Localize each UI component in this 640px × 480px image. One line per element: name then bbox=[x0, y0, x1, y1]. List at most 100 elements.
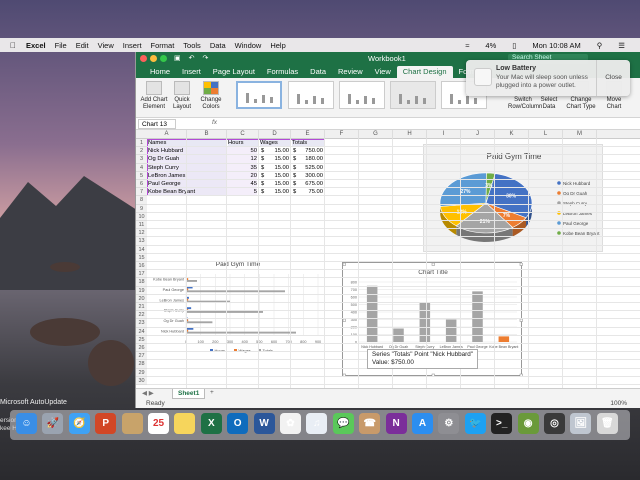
row-header-11[interactable]: 11 bbox=[136, 221, 147, 230]
column-header-h[interactable]: H bbox=[393, 130, 427, 139]
system-preferences-icon[interactable]: ⚙ bbox=[438, 413, 460, 434]
column-header-k[interactable]: K bbox=[495, 130, 529, 139]
column-header-e[interactable]: E bbox=[291, 130, 325, 139]
contacts-icon[interactable]: ☎ bbox=[359, 413, 381, 434]
row-header-2[interactable]: 2 bbox=[136, 147, 147, 156]
chart-resize-handle[interactable] bbox=[431, 262, 435, 266]
row-header-3[interactable]: 3 bbox=[136, 155, 147, 164]
row-header-13[interactable]: 13 bbox=[136, 237, 147, 246]
messages-icon[interactable]: 💬 bbox=[332, 413, 354, 434]
menu-help[interactable]: Help bbox=[270, 41, 285, 50]
row-header-8[interactable]: 8 bbox=[136, 196, 147, 205]
row-header-22[interactable]: 22 bbox=[136, 311, 147, 320]
app-store-icon[interactable]: A bbox=[412, 413, 433, 434]
column-header-g[interactable]: G bbox=[359, 130, 393, 139]
column-bar[interactable] bbox=[419, 302, 431, 342]
powerpoint-icon[interactable]: P bbox=[95, 413, 117, 434]
notification-close-button[interactable]: Close bbox=[596, 60, 630, 96]
column-bar[interactable] bbox=[498, 336, 510, 342]
add-chart-element-button[interactable]: Add Chart Element bbox=[139, 81, 169, 111]
chart-resize-handle[interactable] bbox=[519, 262, 523, 266]
row-header-20[interactable]: 20 bbox=[136, 294, 147, 303]
menu-tools[interactable]: Tools bbox=[183, 41, 201, 50]
row-header-21[interactable]: 21 bbox=[136, 303, 147, 312]
word-icon[interactable]: W bbox=[253, 413, 275, 434]
column-header-m[interactable]: M bbox=[563, 130, 597, 139]
finder-folder-icon[interactable] bbox=[121, 413, 143, 434]
compressor-icon[interactable]: ◉ bbox=[517, 413, 539, 434]
row-header-15[interactable]: 15 bbox=[136, 253, 147, 262]
menu-data[interactable]: Data bbox=[210, 41, 226, 50]
notes-icon[interactable] bbox=[174, 413, 196, 434]
hbar-bar[interactable] bbox=[186, 280, 197, 282]
menu-file[interactable]: File bbox=[55, 41, 67, 50]
hbar-bar[interactable] bbox=[186, 290, 285, 293]
quick-layout-button[interactable]: Quick Layout bbox=[171, 81, 193, 111]
menu-format[interactable]: Format bbox=[151, 41, 175, 50]
wifi-icon[interactable]: ≈ bbox=[465, 41, 469, 50]
row-header-12[interactable]: 12 bbox=[136, 229, 147, 238]
tab-page-layout[interactable]: Page Layout bbox=[207, 66, 261, 78]
row-header-23[interactable]: 23 bbox=[136, 319, 147, 328]
chart-resize-handle[interactable] bbox=[342, 262, 346, 266]
column-header-a[interactable]: A bbox=[147, 130, 187, 139]
chart-style-3[interactable] bbox=[339, 81, 385, 109]
row-header-17[interactable]: 17 bbox=[136, 270, 147, 279]
redo-icon[interactable]: ↷ bbox=[203, 54, 209, 62]
row-header-30[interactable]: 30 bbox=[136, 376, 147, 385]
row-header-14[interactable]: 14 bbox=[136, 245, 147, 254]
battery-icon[interactable]: ▯ bbox=[512, 41, 516, 50]
terminal-icon[interactable]: >_ bbox=[491, 413, 513, 434]
chart-style-1[interactable] bbox=[236, 81, 282, 109]
row-header-5[interactable]: 5 bbox=[136, 171, 147, 180]
column-header-b[interactable]: B bbox=[187, 130, 227, 139]
column-header-c[interactable]: C bbox=[227, 130, 259, 139]
row-header-25[interactable]: 25 bbox=[136, 335, 147, 344]
zoom-level[interactable]: 100% bbox=[610, 399, 627, 409]
low-battery-notification[interactable]: Low Battery Your Mac will sleep soon unl… bbox=[466, 60, 630, 96]
battery-percent[interactable]: 4% bbox=[485, 41, 496, 50]
row-header-6[interactable]: 6 bbox=[136, 180, 147, 189]
clock[interactable]: Mon 10:08 AM bbox=[532, 41, 580, 50]
row-header-29[interactable]: 29 bbox=[136, 368, 147, 377]
calendar-icon[interactable]: 25 bbox=[148, 413, 169, 434]
row-header-9[interactable]: 9 bbox=[136, 204, 147, 213]
row-header-18[interactable]: 18 bbox=[136, 278, 147, 287]
fx-icon[interactable]: fx bbox=[212, 119, 217, 126]
camera-icon[interactable]: ◎ bbox=[544, 413, 565, 434]
outlook-icon[interactable]: O bbox=[227, 413, 249, 434]
menu-view[interactable]: View bbox=[98, 41, 114, 50]
row-header-24[interactable]: 24 bbox=[136, 327, 147, 336]
menu-list-icon[interactable]: ☰ bbox=[618, 41, 625, 50]
row-header-4[interactable]: 4 bbox=[136, 163, 147, 172]
hbar-bar[interactable] bbox=[186, 311, 263, 313]
column-header-j[interactable]: J bbox=[461, 130, 495, 139]
row-header-19[interactable]: 19 bbox=[136, 286, 147, 295]
itunes-icon[interactable]: ♫ bbox=[306, 413, 328, 434]
minimize-window-icon[interactable] bbox=[150, 55, 157, 62]
row-header-27[interactable]: 27 bbox=[136, 352, 147, 361]
sheet-nav-arrows-icon[interactable]: ◀ ▶ bbox=[142, 389, 154, 397]
apple-icon[interactable]:  bbox=[10, 41, 16, 50]
add-sheet-icon[interactable]: + bbox=[210, 389, 214, 396]
row-header-10[interactable]: 10 bbox=[136, 212, 147, 221]
menu-insert[interactable]: Insert bbox=[123, 41, 142, 50]
tab-home[interactable]: Home bbox=[144, 66, 176, 78]
row-header-28[interactable]: 28 bbox=[136, 360, 147, 369]
tab-formulas[interactable]: Formulas bbox=[261, 66, 304, 78]
trash-icon[interactable]: 🗑 bbox=[596, 413, 618, 434]
hbar-bar[interactable] bbox=[186, 327, 194, 330]
change-colors-button[interactable]: Change Colors bbox=[198, 81, 224, 111]
excel-icon[interactable]: X bbox=[200, 413, 222, 434]
row-header-16[interactable]: 16 bbox=[136, 262, 147, 271]
hbar-bar[interactable] bbox=[186, 321, 213, 324]
column-header-i[interactable]: I bbox=[427, 130, 461, 139]
menu-app-excel[interactable]: Excel bbox=[26, 41, 46, 50]
chart-style-4[interactable] bbox=[390, 81, 436, 109]
tab-data[interactable]: Data bbox=[304, 66, 332, 78]
row-header-7[interactable]: 7 bbox=[136, 188, 147, 197]
sheet-tab-sheet1[interactable]: Sheet1 bbox=[172, 389, 206, 399]
search-icon[interactable]: ⚲ bbox=[597, 41, 603, 50]
undo-icon[interactable]: ↶ bbox=[189, 54, 195, 62]
preview-icon[interactable]: 🖼 bbox=[570, 413, 592, 434]
